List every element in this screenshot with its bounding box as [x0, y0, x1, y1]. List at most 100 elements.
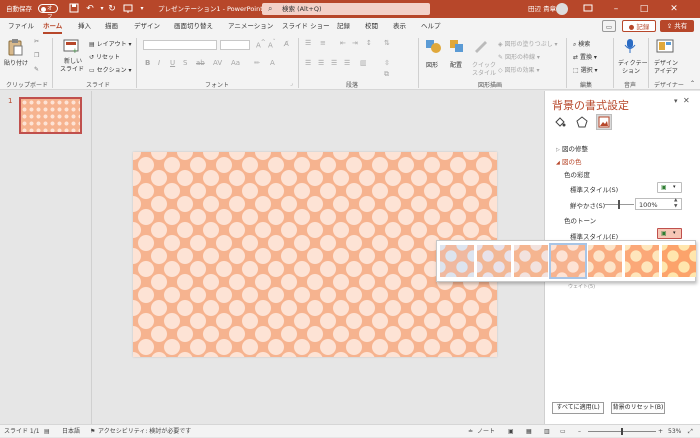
clear-format-icon[interactable]: A̸: [284, 40, 289, 48]
shadow-icon[interactable]: S: [183, 59, 187, 67]
smartart-icon[interactable]: ⧉: [384, 70, 389, 79]
save-icon[interactable]: [68, 3, 80, 15]
font-dialog-launcher-icon[interactable]: ⌟: [290, 80, 293, 87]
font-size-combo[interactable]: [220, 40, 250, 50]
search-box[interactable]: ⌕ 検索 (Alt+Q): [262, 3, 430, 15]
find-button[interactable]: ⌕ 検索: [573, 39, 590, 49]
align-right-icon[interactable]: ☰: [331, 59, 337, 67]
tone-swatch[interactable]: [514, 245, 548, 277]
dictate-button[interactable]: ディクテー ション: [618, 38, 648, 75]
align-center-icon[interactable]: ☰: [318, 59, 324, 67]
increase-indent-icon[interactable]: ⇥: [352, 39, 358, 47]
notes-icon[interactable]: ≐: [468, 425, 473, 438]
paste-button[interactable]: 貼り付け: [4, 38, 28, 67]
shape-outline-button[interactable]: ✎ 図形の枠線 ▾: [498, 52, 540, 61]
zoom-level[interactable]: 53%: [668, 425, 681, 438]
italic-icon[interactable]: I: [158, 59, 160, 67]
underline-icon[interactable]: U: [170, 59, 175, 67]
numbering-icon[interactable]: ≡: [320, 39, 326, 47]
effects-tab-icon[interactable]: [576, 116, 588, 130]
saturation-input[interactable]: 100% ▲ ▼: [635, 198, 682, 210]
close-icon[interactable]: ✕: [668, 3, 680, 15]
tab-transitions[interactable]: 画面切り替え: [174, 18, 213, 34]
maximize-icon[interactable]: □: [638, 3, 650, 15]
columns-icon[interactable]: ▥: [360, 59, 367, 67]
tone-swatch[interactable]: [440, 245, 474, 277]
autosave-toggle[interactable]: オフ: [38, 4, 58, 20]
tab-insert[interactable]: 挿入: [78, 18, 91, 34]
spin-up-icon[interactable]: ▲: [674, 198, 677, 203]
tone-swatch[interactable]: [662, 245, 696, 277]
bold-icon[interactable]: B: [145, 59, 150, 67]
language-status[interactable]: 日本語: [62, 425, 80, 438]
tab-draw[interactable]: 描画: [105, 18, 118, 34]
font-name-combo[interactable]: [143, 40, 217, 50]
tab-record[interactable]: 記録: [337, 18, 350, 34]
redo-icon[interactable]: ↻: [106, 3, 118, 15]
tab-review[interactable]: 校閲: [365, 18, 378, 34]
zoom-in-icon[interactable]: +: [658, 425, 663, 438]
customize-toolbar-icon[interactable]: ▾: [136, 3, 148, 15]
zoom-out-icon[interactable]: –: [578, 425, 581, 438]
slide-thumbnail[interactable]: [19, 97, 82, 134]
arrange-button[interactable]: 配置: [448, 38, 466, 69]
tab-home[interactable]: ホーム: [43, 18, 63, 34]
saturation-slider-handle[interactable]: [618, 200, 620, 209]
tab-view[interactable]: 表示: [393, 18, 406, 34]
tab-slideshow[interactable]: スライド ショー: [282, 18, 330, 34]
picture-tab[interactable]: [596, 114, 612, 130]
comments-button[interactable]: ▭: [602, 20, 616, 32]
replace-button[interactable]: ⇄ 置換 ▾: [573, 52, 597, 61]
design-ideas-button[interactable]: デザイン アイデア: [654, 38, 678, 75]
tone-swatch[interactable]: [477, 245, 511, 277]
spellcheck-icon[interactable]: ▤: [44, 425, 50, 438]
change-case-icon[interactable]: Aa: [231, 59, 240, 67]
font-shrink-icon[interactable]: Aˇ: [268, 40, 276, 49]
new-slide-button[interactable]: + 新しい スライド: [60, 38, 84, 73]
reset-background-button[interactable]: 背景のリセット(B): [611, 402, 665, 414]
picture-color-section[interactable]: ◢ 図の色: [556, 156, 581, 166]
tab-file[interactable]: ファイル: [8, 18, 34, 34]
text-direction-icon[interactable]: ⇅: [384, 39, 390, 47]
align-text-icon[interactable]: ⇳: [384, 59, 390, 67]
tab-animations[interactable]: アニメーション: [228, 18, 273, 34]
accessibility-status[interactable]: アクセシビリティ: 検討が必要です: [98, 425, 191, 438]
section-button[interactable]: ▭ セクション ▾: [89, 65, 132, 74]
collapse-ribbon-icon[interactable]: ⌃: [690, 80, 695, 87]
align-left-icon[interactable]: ☰: [305, 59, 311, 67]
format-painter-icon[interactable]: ✎: [34, 66, 39, 73]
font-grow-icon[interactable]: A^: [256, 40, 266, 49]
accessibility-icon[interactable]: ⚑: [90, 425, 95, 438]
notes-button[interactable]: ノート: [477, 425, 495, 438]
layout-button[interactable]: ▤ レイアウト ▾: [89, 39, 132, 48]
saturation-presets-dropdown[interactable]: ▣ ▾: [657, 182, 682, 193]
shape-fill-button[interactable]: ◈ 図形の塗りつぶし ▾: [498, 39, 558, 48]
tab-help[interactable]: ヘルプ: [421, 18, 441, 34]
justify-icon[interactable]: ☰: [344, 59, 350, 67]
picture-corrections-section[interactable]: ▷ 図の修整: [556, 143, 588, 153]
tone-swatch[interactable]: [588, 245, 622, 277]
fill-tab-icon[interactable]: [554, 116, 566, 130]
copy-icon[interactable]: ❐: [34, 52, 39, 59]
cut-icon[interactable]: ✂: [34, 38, 39, 45]
shape-effects-button[interactable]: ◇ 図形の効果 ▾: [498, 65, 539, 74]
shapes-button[interactable]: 図形: [424, 38, 442, 69]
spin-down-icon[interactable]: ▼: [674, 204, 677, 209]
normal-view-icon[interactable]: ▣: [508, 425, 514, 438]
search-input[interactable]: 検索 (Alt+Q): [282, 5, 322, 13]
fit-to-window-icon[interactable]: ⤢: [688, 425, 693, 438]
ribbon-display-icon[interactable]: [582, 3, 594, 15]
decrease-indent-icon[interactable]: ⇤: [340, 39, 346, 47]
highlight-icon[interactable]: ✏: [254, 59, 260, 67]
bullets-icon[interactable]: ☰: [305, 39, 311, 47]
close-pane-icon[interactable]: ✕: [683, 96, 690, 105]
avatar[interactable]: [556, 3, 568, 15]
minimize-icon[interactable]: –: [610, 3, 622, 15]
pane-options-icon[interactable]: ▾: [674, 97, 678, 105]
share-button[interactable]: ⇪ 共有: [660, 20, 694, 32]
reset-button[interactable]: ↺ リセット: [89, 52, 120, 61]
undo-icon[interactable]: ↶: [84, 3, 96, 15]
record-button[interactable]: ● 記録: [622, 20, 656, 32]
tone-swatch[interactable]: [625, 245, 659, 277]
font-color-icon[interactable]: A: [270, 59, 275, 67]
